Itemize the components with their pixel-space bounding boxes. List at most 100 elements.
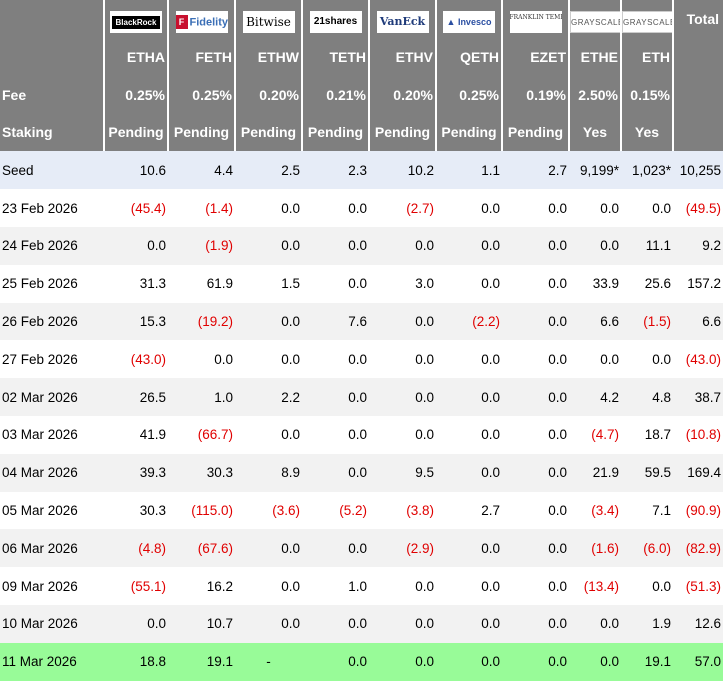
total-cell: 169.4: [673, 453, 723, 492]
total-cell: 12.6: [673, 604, 723, 643]
flow-cell: (3.6): [235, 491, 302, 530]
fee-value: 0.25%: [167, 75, 235, 114]
flow-cell: (55.1): [104, 567, 168, 605]
row-label: 09 Mar 2026: [0, 567, 104, 605]
staking-value: Yes: [568, 113, 621, 152]
flow-cell: 0.0: [302, 453, 369, 492]
flow-cell: 18.8: [104, 642, 168, 681]
fee-value: 2.50%: [568, 75, 621, 114]
staking-value: Pending: [501, 113, 569, 152]
grayscale-logo: GRAYSCALE: [623, 10, 673, 33]
total-cell: (51.3): [673, 567, 723, 605]
flow-cell: 0.0: [502, 302, 569, 341]
flow-cell: 25.6: [621, 264, 673, 303]
flow-cell: 0.0: [235, 604, 302, 643]
flow-cell: (1.4): [168, 189, 235, 227]
flow-cell: (6.0): [621, 529, 673, 568]
fee-label: Fee: [0, 75, 104, 114]
flow-cell: 33.9: [569, 264, 621, 303]
flow-cell: 0.0: [436, 453, 502, 492]
row-label: 02 Mar 2026: [0, 378, 104, 416]
flow-cell: 59.5: [621, 453, 673, 492]
flow-cell: (3.8): [369, 491, 436, 530]
flow-cell: 0.0: [502, 567, 569, 605]
flow-cell: 1,023*: [621, 151, 673, 190]
row-label: 04 Mar 2026: [0, 453, 104, 492]
flow-cell: (3.4): [569, 491, 621, 530]
flow-cell: (19.2): [168, 302, 235, 341]
table-row: 27 Feb 2026 (43.0) 0.0 0.0 0.0 0.0 0.0 0.0 0.0 0.…: [0, 340, 723, 379]
flow-cell: 0.0: [502, 415, 569, 454]
flow-cell: 31.3: [104, 264, 168, 303]
staking-value: Yes: [620, 113, 673, 152]
flow-cell: 19.1: [168, 642, 235, 681]
table-row: 02 Mar 2026 26.5 1.0 2.2 0.0 0.0 0.0 0.0 4.2 4.8 3…: [0, 378, 723, 416]
flow-cell: 0.0: [369, 642, 436, 681]
flow-cell: 0.0: [235, 567, 302, 605]
flow-cell: 0.0: [502, 264, 569, 303]
flow-cell: 0.0: [302, 642, 369, 681]
ticker-feth: FETH: [167, 38, 235, 76]
table-row: 23 Feb 2026 (45.4) (1.4) 0.0 0.0 (2.7) 0.0 0.0 0…: [0, 189, 723, 227]
flow-cell: 0.0: [502, 453, 569, 492]
fidelity-logo: F Fidelity: [175, 10, 228, 33]
flow-cell: (45.4): [104, 189, 168, 227]
flow-cell: (66.7): [168, 415, 235, 454]
staking-row: Staking Pending Pending Pending Pending Pend…: [0, 113, 723, 152]
flow-cell: 0.0: [436, 642, 502, 681]
table-row: 05 Mar 2026 30.3 (115.0) (3.6) (5.2) (3.8) 2.7…: [0, 491, 723, 530]
flow-cell: 0.0: [168, 340, 235, 379]
flow-cell: 0.0: [502, 642, 569, 681]
flow-cell: 61.9: [168, 264, 235, 303]
total-cell: 10,255: [673, 151, 723, 190]
flow-cell: 0.0: [502, 604, 569, 643]
table-row: 09 Mar 2026 (55.1) 16.2 0.0 1.0 0.0 0.0 0.0 (13.…: [0, 567, 723, 605]
ticker-ezet: EZET: [501, 38, 569, 76]
flow-cell: 0.0: [569, 189, 621, 227]
staking-value: Pending: [234, 113, 302, 152]
flow-cell: 8.9: [235, 453, 302, 492]
fee-value: 0.15%: [620, 75, 673, 114]
21shares-logo: 21shares: [309, 10, 362, 33]
total-header: Total: [672, 0, 723, 38]
total-cell: 38.7: [673, 378, 723, 416]
flow-cell: 1.0: [302, 567, 369, 605]
table-row: 26 Feb 2026 15.3 (19.2) 0.0 7.6 0.0 (2.2) 0.0 6.…: [0, 302, 723, 341]
row-label: Seed: [0, 151, 104, 190]
total-cell: (49.5): [673, 189, 723, 227]
franklin-templeton-logo: FRANKLIN TEMPLETON: [509, 10, 562, 33]
flow-cell: 2.5: [235, 151, 302, 190]
ticker-eth: ETH: [620, 38, 673, 76]
flow-cell: 0.0: [302, 264, 369, 303]
flow-cell: 0.0: [235, 529, 302, 568]
row-label: 26 Feb 2026: [0, 302, 104, 341]
flow-cell: 0.0: [502, 491, 569, 530]
flow-cell: 0.0: [302, 415, 369, 454]
flow-cell: 0.0: [621, 567, 673, 605]
staking-value: Pending: [368, 113, 436, 152]
flow-cell: 1.9: [621, 604, 673, 643]
flow-cell: 0.0: [502, 529, 569, 568]
flow-cell: 0.0: [502, 340, 569, 379]
flow-cell: 39.3: [104, 453, 168, 492]
ticker-ethv: ETHV: [368, 38, 436, 76]
flow-cell: 0.0: [436, 264, 502, 303]
flow-cell: 9,199*: [569, 151, 621, 190]
table-row: 03 Mar 2026 41.9 (66.7) 0.0 0.0 0.0 0.0 0.0 (4.7…: [0, 415, 723, 454]
row-label: 25 Feb 2026: [0, 264, 104, 303]
flow-cell: 0.0: [369, 567, 436, 605]
flow-cell: 1.1: [436, 151, 502, 190]
ticker-ethe: ETHE: [568, 38, 621, 76]
flow-cell: 0.0: [302, 189, 369, 227]
flow-cell: 19.1: [621, 642, 673, 681]
flow-cell: 0.0: [235, 415, 302, 454]
table-row: 25 Feb 2026 31.3 61.9 1.5 0.0 3.0 0.0 0.0 33.9 25…: [0, 264, 723, 303]
table-row: 04 Mar 2026 39.3 30.3 8.9 0.0 9.5 0.0 0.0 21.9 59…: [0, 453, 723, 492]
flow-cell: 0.0: [502, 378, 569, 416]
flow-cell: 0.0: [302, 378, 369, 416]
flow-cell: 0.0: [302, 529, 369, 568]
total-cell: 6.6: [673, 302, 723, 341]
flow-cell: 0.0: [436, 567, 502, 605]
fee-value: 0.19%: [501, 75, 569, 114]
ticker-ethw: ETHW: [234, 38, 302, 76]
